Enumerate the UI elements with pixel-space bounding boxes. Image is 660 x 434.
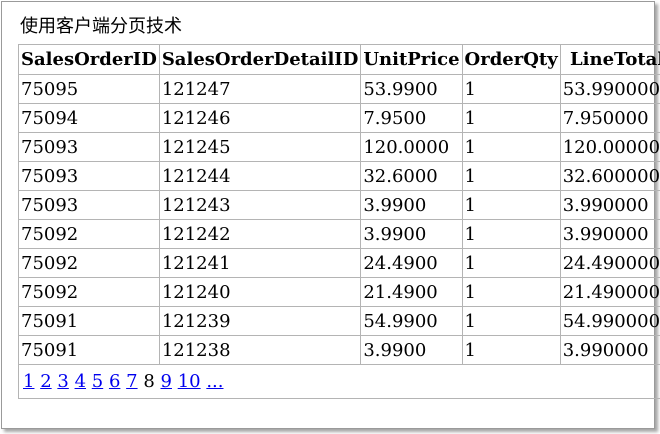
column-header-salesorderdetailid[interactable]: SalesOrderDetailID xyxy=(158,44,362,75)
column-header-salesorderid[interactable]: SalesOrderID xyxy=(18,44,160,75)
header-row: SalesOrderID SalesOrderDetailID UnitPric… xyxy=(18,44,660,75)
cell-orderqty: 1 xyxy=(461,132,561,162)
cell-salesorderdetailid: 121239 xyxy=(158,306,362,336)
column-header-unitprice[interactable]: UnitPrice xyxy=(360,44,463,75)
cell-orderqty: 1 xyxy=(461,103,561,133)
table-row[interactable]: 75092 121242 3.9900 1 3.990000 xyxy=(18,219,660,249)
pager-page-link[interactable]: 3 xyxy=(57,371,68,392)
column-header-linetotal[interactable]: LineTotal xyxy=(559,44,660,75)
sales-order-grid: SalesOrderID SalesOrderDetailID UnitPric… xyxy=(17,44,660,399)
pager-page-link[interactable]: 6 xyxy=(109,371,120,392)
cell-linetotal: 120.000000 xyxy=(559,132,660,162)
pager-page-link[interactable]: 10 xyxy=(178,371,201,392)
table-row[interactable]: 75095 121247 53.9900 1 53.990000 xyxy=(18,74,660,104)
cell-salesorderid: 75092 xyxy=(18,277,160,307)
cell-linetotal: 3.990000 xyxy=(559,190,660,220)
cell-salesorderdetailid: 121238 xyxy=(158,335,362,365)
pager-page-link[interactable]: 7 xyxy=(126,371,137,392)
cell-linetotal: 32.600000 xyxy=(559,161,660,191)
cell-salesorderdetailid: 121241 xyxy=(158,248,362,278)
cell-salesorderid: 75094 xyxy=(18,103,160,133)
column-header-orderqty[interactable]: OrderQty xyxy=(461,44,561,75)
table-row[interactable]: 75092 121240 21.4900 1 21.490000 xyxy=(18,277,660,307)
cell-salesorderdetailid: 121247 xyxy=(158,74,362,104)
cell-unitprice: 120.0000 xyxy=(360,132,463,162)
cell-orderqty: 1 xyxy=(461,277,561,307)
cell-linetotal: 3.990000 xyxy=(559,335,660,365)
pager-current-page: 8 xyxy=(143,371,155,392)
cell-salesorderid: 75093 xyxy=(18,161,160,191)
cell-unitprice: 32.6000 xyxy=(360,161,463,191)
pager-row: 1 2 3 4 5 6 7 8 9 10 ... xyxy=(17,364,660,399)
table-row[interactable]: 75091 121238 3.9900 1 3.990000 xyxy=(18,335,660,365)
cell-linetotal: 7.950000 xyxy=(559,103,660,133)
cell-unitprice: 21.4900 xyxy=(360,277,463,307)
cell-orderqty: 1 xyxy=(461,335,561,365)
cell-linetotal: 24.490000 xyxy=(559,248,660,278)
pager-page-link[interactable]: 1 xyxy=(23,371,34,392)
cell-salesorderid: 75092 xyxy=(18,219,160,249)
cell-orderqty: 1 xyxy=(461,248,561,278)
cell-salesorderid: 75091 xyxy=(18,306,160,336)
cell-unitprice: 53.9900 xyxy=(360,74,463,104)
cell-salesorderdetailid: 121244 xyxy=(158,161,362,191)
table-row[interactable]: 75093 121243 3.9900 1 3.990000 xyxy=(18,190,660,220)
cell-orderqty: 1 xyxy=(461,306,561,336)
cell-linetotal: 3.990000 xyxy=(559,219,660,249)
cell-salesorderdetailid: 121242 xyxy=(158,219,362,249)
cell-salesorderid: 75092 xyxy=(18,248,160,278)
page-title: 使用客户端分页技术 xyxy=(20,16,182,37)
cell-salesorderdetailid: 121243 xyxy=(158,190,362,220)
cell-salesorderid: 75093 xyxy=(18,132,160,162)
cell-unitprice: 24.4900 xyxy=(360,248,463,278)
pager-more-link[interactable]: ... xyxy=(206,371,223,392)
cell-linetotal: 21.490000 xyxy=(559,277,660,307)
cell-orderqty: 1 xyxy=(461,161,561,191)
pager-page-link[interactable]: 5 xyxy=(92,371,103,392)
cell-unitprice: 3.9900 xyxy=(360,335,463,365)
cell-linetotal: 54.990000 xyxy=(559,306,660,336)
screenshot-frame: 使用客户端分页技术 SalesOrderID SalesOrderDetailI… xyxy=(1,1,660,429)
cell-linetotal: 53.990000 xyxy=(559,74,660,104)
pager-page-link[interactable]: 4 xyxy=(75,371,86,392)
pager-page-link[interactable]: 9 xyxy=(161,371,172,392)
table-row[interactable]: 75094 121246 7.9500 1 7.950000 xyxy=(18,103,660,133)
table-row[interactable]: 75093121245120.00001120.000000 xyxy=(18,132,660,162)
cell-salesorderdetailid: 121245 xyxy=(158,132,362,162)
cell-unitprice: 54.9900 xyxy=(360,306,463,336)
cell-unitprice: 3.9900 xyxy=(360,219,463,249)
pager: 1 2 3 4 5 6 7 8 9 10 ... xyxy=(17,364,660,399)
cell-salesorderid: 75095 xyxy=(18,74,160,104)
cell-salesorderid: 75093 xyxy=(18,190,160,220)
cell-orderqty: 1 xyxy=(461,74,561,104)
table-row[interactable]: 75092 121241 24.4900 1 24.490000 xyxy=(18,248,660,278)
cell-unitprice: 3.9900 xyxy=(360,190,463,220)
cell-orderqty: 1 xyxy=(461,219,561,249)
table-row[interactable]: 75091 121239 54.9900 1 54.990000 xyxy=(18,306,660,336)
table-row[interactable]: 75093 121244 32.6000 1 32.600000 xyxy=(18,161,660,191)
cell-salesorderdetailid: 121246 xyxy=(158,103,362,133)
cell-salesorderid: 75091 xyxy=(18,335,160,365)
cell-orderqty: 1 xyxy=(461,190,561,220)
pager-page-link[interactable]: 2 xyxy=(40,371,51,392)
cell-salesorderdetailid: 121240 xyxy=(158,277,362,307)
cell-unitprice: 7.9500 xyxy=(360,103,463,133)
